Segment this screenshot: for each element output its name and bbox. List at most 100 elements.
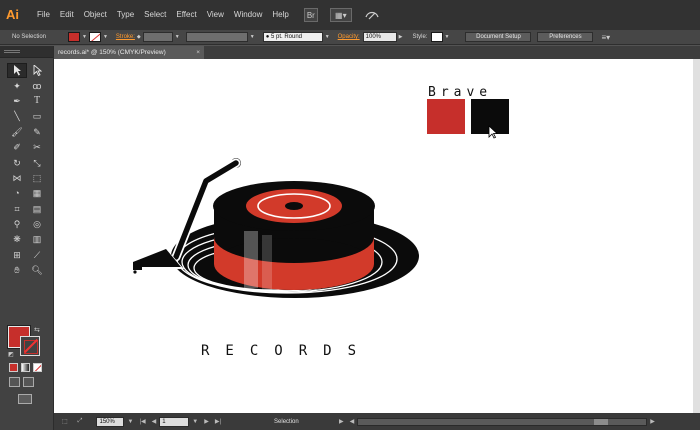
column-graph-tool-icon[interactable]: ▥ [27,232,47,247]
menu-select[interactable]: Select [139,0,171,30]
lasso-tool-icon[interactable]: ꝏ [27,78,47,93]
scroll-left-icon[interactable]: ◀ [350,418,355,425]
default-fill-stroke-icon[interactable]: ◩ [8,351,14,358]
free-transform-tool-icon[interactable]: ⬚ [27,171,47,186]
records-logo-text: RECORDS [201,343,372,359]
previous-artboard-icon[interactable]: ◀ [152,418,157,425]
vertical-scrollbar[interactable] [693,59,700,413]
brush-dropdown-icon[interactable]: ▼ [325,34,330,40]
color-mode-row [9,363,42,372]
fill-dropdown-icon[interactable]: ▼ [82,34,87,40]
line-tool-icon[interactable]: ╲ [7,109,27,124]
document-tab[interactable]: records.ai* @ 150% (CMYK/Preview) × [54,46,204,59]
slice-tool-icon[interactable]: ⟋ [27,248,47,263]
scroll-right-icon[interactable]: ▶ [650,418,655,425]
stroke-stepper-icon[interactable]: ◆ [137,34,141,40]
last-artboard-icon[interactable]: ▶| [215,418,221,425]
perspective-grid-tool-icon[interactable]: ▦ [27,186,47,201]
menu-effect[interactable]: Effect [171,0,201,30]
preferences-button[interactable]: Preferences [537,32,594,42]
mesh-tool-icon[interactable]: ⌗ [7,202,27,217]
artboard-canvas[interactable]: Brave RECORDS [54,59,700,413]
scale-tool-icon[interactable]: ⤡ [27,155,47,170]
swap-fill-stroke-icon[interactable]: ⇆ [34,326,40,334]
close-tab-icon[interactable]: × [196,46,200,59]
status-text: Selection [274,418,299,425]
status-menu-icon[interactable]: ▶ [339,418,344,425]
draw-normal-icon[interactable] [9,377,20,387]
none-mode-icon[interactable] [33,363,42,372]
menu-edit[interactable]: Edit [55,0,79,30]
width-tool-icon[interactable]: ⋈ [7,171,27,186]
panel-menu-icon[interactable]: ≡▾ [601,33,610,42]
menu-window[interactable]: Window [229,0,267,30]
arrange-documents-button[interactable]: ▦▾ [329,8,352,22]
color-mode-icon[interactable] [9,363,18,372]
screen-mode-icon[interactable] [18,394,32,404]
control-bar: No Selection ▼ ▼ Stroke: ◆ ▼ ▼ ● 5 pt. R… [0,30,700,45]
selection-tool-icon[interactable] [7,63,27,79]
variable-width-dropdown-icon[interactable]: ▼ [250,34,255,40]
style-dropdown-icon[interactable]: ▼ [445,34,450,40]
zoom-field[interactable]: 150% [96,416,125,427]
menu-help[interactable]: Help [267,0,293,30]
menu-file[interactable]: File [32,0,55,30]
blend-tool-icon[interactable]: ◎ [27,217,47,232]
menu-object[interactable]: Object [79,0,112,30]
grip-icon[interactable] [4,50,20,53]
zoom-tool-icon[interactable]: 🔍︎ [27,263,47,278]
graphic-style-swatch[interactable] [430,32,443,42]
records-logo-graphic [130,158,419,298]
document-tab-title: records.ai* @ 150% (CMYK/Preview) [58,49,166,56]
artboard-number-field[interactable]: 1 [159,416,190,427]
pencil-tool-icon[interactable]: ✎ [27,125,47,140]
stroke-weight-field[interactable] [142,32,173,42]
opacity-stepper-icon[interactable]: ▶ [399,34,403,40]
variable-width-field[interactable] [185,32,248,42]
artboard-dropdown-icon[interactable]: ▼ [192,419,198,425]
horizontal-scroll-thumb[interactable] [594,418,609,425]
paintbrush-tool-icon[interactable]: 🖌︎ [7,125,27,140]
opacity-label[interactable]: Opacity: [338,34,360,40]
direct-selection-tool-icon[interactable] [27,63,47,78]
next-artboard-icon[interactable]: ▶ [204,418,209,425]
artboard-icon: ⬚ [62,419,68,425]
swatch-title-text: Brave [428,85,492,100]
menu-view[interactable]: View [202,0,229,30]
type-tool-icon[interactable]: T [27,94,47,109]
menu-bar: Ai File Edit Object Type Select Effect V… [0,0,700,30]
shape-builder-tool-icon[interactable]: ◔ [7,186,27,201]
draw-behind-icon[interactable] [23,377,34,387]
opacity-field[interactable]: 100% [362,32,397,42]
menu-type[interactable]: Type [112,0,139,30]
pen-tool-icon[interactable]: ✒ [7,94,27,109]
stroke-dropdown-icon[interactable]: ▼ [103,34,108,40]
first-artboard-icon[interactable]: |◀ [139,418,145,425]
fill-color-swatch[interactable] [68,32,80,42]
sync-icon[interactable] [364,8,380,22]
gradient-mode-icon[interactable] [21,363,30,372]
stroke-label[interactable]: Stroke: [116,34,135,40]
red-color-swatch[interactable] [427,99,465,134]
stroke-weight-dropdown-icon[interactable]: ▼ [175,34,180,40]
hand-tool-icon[interactable]: ✋︎ [7,263,27,278]
stroke-color-swatch[interactable] [88,32,101,42]
gradient-tool-icon[interactable]: ▤ [27,202,47,217]
bridge-button[interactable]: Br [303,8,318,22]
rotate-tool-icon[interactable]: ↻ [7,155,27,170]
document-setup-button[interactable]: Document Setup [465,32,532,42]
eraser-tool-icon[interactable]: ✂ [27,140,47,155]
horizontal-scrollbar[interactable] [357,417,648,426]
document-tab-strip: records.ai* @ 150% (CMYK/Preview) × [54,46,700,59]
magic-wand-tool-icon[interactable]: ✦ [7,78,27,93]
stroke-color-box[interactable] [20,336,40,356]
zoom-dropdown-icon[interactable]: ▼ [127,419,133,425]
tools-panel-header[interactable] [0,46,53,58]
artboard-tool-icon[interactable]: ⊞ [7,248,27,263]
symbol-sprayer-tool-icon[interactable]: ❋ [7,232,27,247]
rectangle-tool-icon[interactable]: ▭ [27,109,47,124]
status-bar: ⬚ ⤢ 150% ▼ |◀ ◀ 1 ▼ ▶ ▶| Selection ▶ ◀ ▶ [54,413,700,430]
eyedropper-tool-icon[interactable]: ⚲ [7,217,27,232]
blob-brush-tool-icon[interactable]: ✐ [7,140,27,155]
brush-definition-field[interactable]: ● 5 pt. Round [262,32,323,42]
